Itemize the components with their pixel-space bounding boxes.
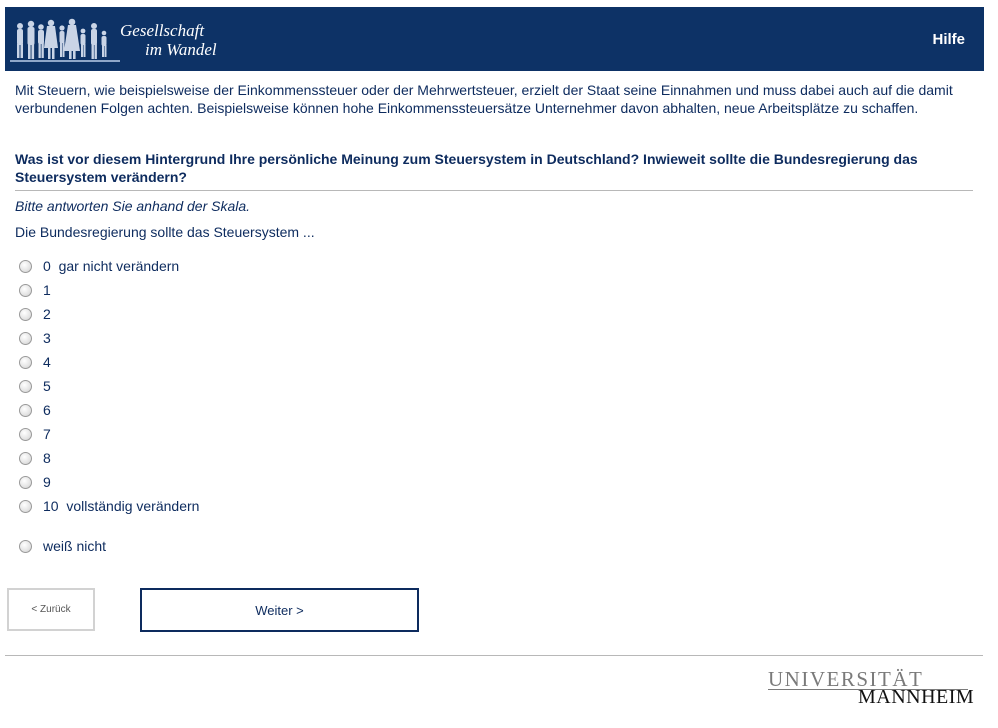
divider bbox=[15, 190, 973, 191]
option-0[interactable]: 0 gar nicht verändern bbox=[19, 257, 179, 275]
gesellschaft-im-wandel-logo: Gesellschaft im Wandel bbox=[10, 12, 240, 68]
radio-button[interactable] bbox=[19, 403, 32, 417]
option-1[interactable]: 1 bbox=[19, 281, 51, 299]
back-button[interactable]: < Zurück bbox=[7, 588, 95, 631]
option-label: weiß nicht bbox=[43, 538, 107, 554]
option-dont-know[interactable]: weiß nicht bbox=[19, 537, 106, 555]
option-label: 4 bbox=[43, 354, 51, 370]
uni-logo-line2: MANNHEIM bbox=[858, 686, 975, 708]
option-label: 7 bbox=[43, 426, 51, 442]
option-6[interactable]: 6 bbox=[19, 401, 51, 419]
question-stem: Die Bundesregierung sollte das Steuersys… bbox=[15, 224, 315, 240]
option-5[interactable]: 5 bbox=[19, 377, 51, 395]
next-button[interactable]: Weiter > bbox=[140, 588, 419, 632]
option-label: 8 bbox=[43, 450, 51, 466]
universitaet-mannheim-logo: UNIVERSITÄT MANNHEIM bbox=[768, 667, 974, 709]
option-label: 9 bbox=[43, 474, 51, 490]
question-text: Was ist vor diesem Hintergrund Ihre pers… bbox=[15, 151, 918, 185]
option-label: 0 gar nicht verändern bbox=[43, 258, 180, 274]
radio-button[interactable] bbox=[19, 427, 32, 441]
option-3[interactable]: 3 bbox=[19, 329, 51, 347]
radio-button[interactable] bbox=[19, 499, 32, 513]
radio-button[interactable] bbox=[19, 283, 32, 297]
radio-button[interactable] bbox=[19, 331, 32, 345]
help-link[interactable]: Hilfe bbox=[932, 31, 965, 48]
radio-button[interactable] bbox=[19, 355, 32, 369]
option-2[interactable]: 2 bbox=[19, 305, 51, 323]
option-10[interactable]: 10 vollständig verändern bbox=[19, 497, 199, 515]
radio-button[interactable] bbox=[19, 259, 32, 273]
option-label: 6 bbox=[43, 402, 51, 418]
intro-text: Mit Steuern, wie beispielsweise der Eink… bbox=[15, 82, 953, 116]
radio-button[interactable] bbox=[19, 451, 32, 465]
footer-divider bbox=[5, 655, 983, 656]
logo-text-line1: Gesellschaft bbox=[120, 21, 205, 40]
option-label: 5 bbox=[43, 378, 51, 394]
option-label: 1 bbox=[43, 282, 51, 298]
radio-button[interactable] bbox=[19, 379, 32, 393]
people-silhouette-icon bbox=[10, 18, 120, 62]
option-8[interactable]: 8 bbox=[19, 449, 51, 467]
logo-text-line2: im Wandel bbox=[145, 40, 217, 59]
option-label: 10 vollständig verändern bbox=[43, 498, 200, 514]
instruction-text: Bitte antworten Sie anhand der Skala. bbox=[15, 198, 251, 214]
option-4[interactable]: 4 bbox=[19, 353, 51, 371]
radio-button[interactable] bbox=[19, 475, 32, 489]
radio-button[interactable] bbox=[19, 307, 32, 321]
radio-button[interactable] bbox=[19, 539, 32, 553]
header-bar: Gesellschaft im Wandel Hilfe bbox=[5, 7, 984, 71]
option-label: 3 bbox=[43, 330, 51, 346]
option-7[interactable]: 7 bbox=[19, 425, 51, 443]
option-9[interactable]: 9 bbox=[19, 473, 51, 491]
option-label: 2 bbox=[43, 306, 51, 322]
